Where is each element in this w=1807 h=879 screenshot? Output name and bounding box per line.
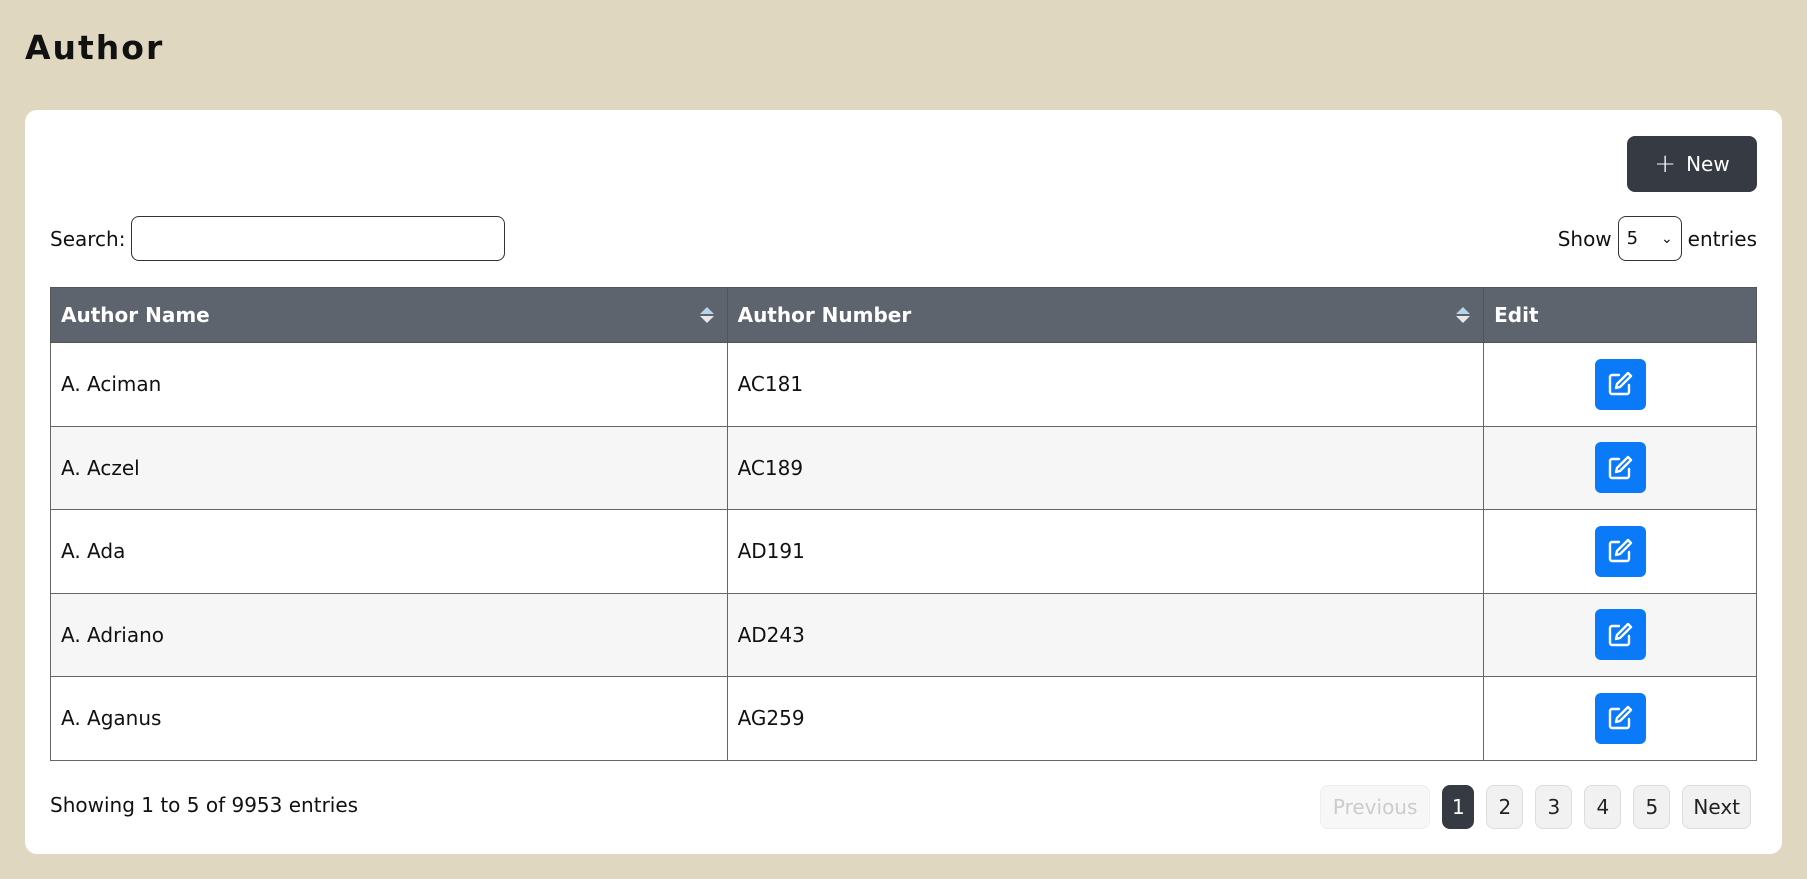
edit-icon [1608,622,1633,646]
edit-button[interactable] [1594,525,1646,577]
pagination-page-5[interactable]: 5 [1633,785,1671,829]
author-name-cell: A. Aganus [50,676,728,761]
table-row: A. Adriano AD243 [50,592,1757,677]
entries-select[interactable]: 5 ⌄ [1617,216,1682,261]
edit-icon [1608,372,1633,396]
author-number-cell: AC189 [726,425,1485,510]
edit-cell [1483,342,1757,427]
sort-icon [699,307,714,323]
pagination-previous[interactable]: Previous [1319,785,1431,829]
author-number-cell: AC181 [726,342,1485,427]
plus-icon: + [1654,149,1677,179]
pagination: Previous 1 2 3 4 5 Next [1319,785,1751,829]
page-title: Author [25,28,165,67]
authors-table: Author Name Author Number Edit A. Aciman… [50,287,1757,761]
content-card: + New Search: Show 5 ⌄ entries Author Na… [25,110,1782,854]
column-header-label: Edit [1494,303,1539,327]
author-number-cell: AG259 [726,676,1485,761]
show-label: Show [1557,226,1612,251]
entries-label: entries [1687,226,1757,251]
column-header-label: Author Name [61,303,210,327]
sort-icon [1456,307,1471,323]
search-group: Search: [50,216,506,261]
pagination-page-3[interactable]: 3 [1535,785,1573,829]
table-info: Showing 1 to 5 of 9953 entries [50,793,359,817]
edit-icon [1608,455,1633,479]
pagination-page-1[interactable]: 1 [1442,785,1475,829]
edit-cell [1483,425,1757,510]
pagination-page-4[interactable]: 4 [1584,785,1622,829]
search-label: Search: [50,226,126,251]
column-header-author-name[interactable]: Author Name [50,287,728,343]
edit-icon [1608,706,1633,730]
search-input[interactable] [131,216,506,261]
table-row: A. Ada AD191 [50,509,1757,594]
edit-icon [1608,539,1633,563]
author-name-cell: A. Adriano [50,592,728,677]
edit-button[interactable] [1594,358,1646,410]
edit-cell [1483,676,1757,761]
new-button-label: New [1686,152,1730,176]
table-row: A. Aciman AC181 [50,342,1757,427]
new-button[interactable]: + New [1627,136,1757,192]
table-row: A. Aczel AC189 [50,425,1757,510]
author-name-cell: A. Ada [50,509,728,594]
pagination-page-2[interactable]: 2 [1486,785,1524,829]
chevron-down-icon: ⌄ [1660,230,1673,247]
column-header-author-number[interactable]: Author Number [726,287,1485,343]
author-name-cell: A. Aczel [50,425,728,510]
edit-cell [1483,592,1757,677]
edit-button[interactable] [1594,692,1646,744]
author-number-cell: AD191 [726,509,1485,594]
column-header-edit: Edit [1483,287,1757,343]
entries-select-value: 5 [1626,228,1639,249]
column-header-label: Author Number [737,303,912,327]
edit-cell [1483,509,1757,594]
entries-length-group: Show 5 ⌄ entries [1558,216,1757,261]
author-number-cell: AD243 [726,592,1485,677]
edit-button[interactable] [1594,609,1646,661]
edit-button[interactable] [1594,442,1646,494]
table-row: A. Aganus AG259 [50,676,1757,761]
author-name-cell: A. Aciman [50,342,728,427]
pagination-next[interactable]: Next [1682,785,1751,829]
